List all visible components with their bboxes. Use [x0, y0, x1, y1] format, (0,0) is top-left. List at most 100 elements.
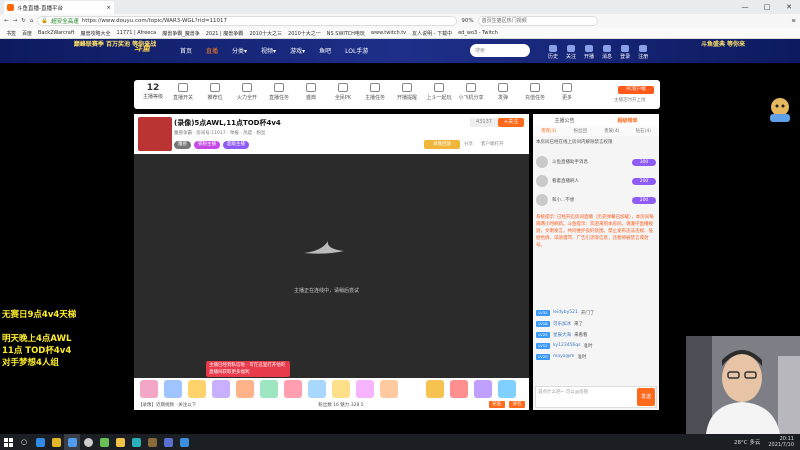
history-button[interactable]: 历史 [548, 45, 558, 60]
nav-yuba[interactable]: 鱼吧 [319, 46, 331, 55]
gift-item[interactable] [474, 380, 492, 398]
side-mascot-icon[interactable] [768, 96, 792, 126]
toolbar-item[interactable]: 盛典 [296, 83, 326, 101]
player-notice-popup[interactable]: 主播已经到私信啦 · 可在这里打开他的直播间获取更多福利 [206, 361, 290, 377]
gift-item[interactable] [188, 380, 206, 398]
taskbar-app[interactable] [64, 434, 80, 450]
streamer-avatar[interactable] [138, 117, 172, 151]
toolbar-item[interactable]: 火力全开 [232, 83, 262, 101]
url-field[interactable]: 🔒 超安全高速 https://www.douyu.com/topic/WAR3… [37, 16, 458, 26]
share-button[interactable]: 分享 [464, 141, 473, 147]
bookmark-item[interactable]: 11771 | Afreeca [117, 30, 157, 36]
toolbar-item[interactable]: 直播开关 [168, 83, 198, 101]
nav-games[interactable]: 游戏▾ [290, 46, 305, 55]
chat-nickname[interactable]: ky123456qs [553, 343, 581, 348]
browser-search-field[interactable]: 首页生猫区热门视频 [477, 16, 598, 26]
login-button[interactable]: 登录 [620, 45, 630, 60]
gift-item[interactable] [426, 380, 444, 398]
subtab-vip[interactable]: 贵宾(1) [533, 128, 565, 134]
weather-widget[interactable]: 28°C 多云 [734, 438, 760, 446]
nav-video[interactable]: 视频▾ [261, 46, 276, 55]
gift-item[interactable] [236, 380, 254, 398]
bookmark-item[interactable]: Back2Warcraft [38, 30, 74, 36]
clock[interactable]: 20:11 2021/7/10 [768, 436, 794, 448]
close-window-button[interactable]: ✕ [778, 0, 800, 14]
site-logo[interactable]: 斗鱼 [134, 43, 158, 59]
gift-item[interactable] [356, 380, 374, 398]
nav-home[interactable]: 首页 [180, 46, 192, 55]
bookmark-item[interactable]: 2010十大之一 [288, 30, 321, 37]
toolbar-item[interactable]: 直播任务 [264, 83, 294, 101]
bookmark-item[interactable]: 百度 [22, 30, 32, 37]
toolbar-item[interactable]: 更多 [552, 83, 582, 101]
gift-item[interactable] [308, 380, 326, 398]
register-button[interactable]: 注册 [638, 45, 648, 60]
bookmark-item[interactable]: 魔兽争霸_魔兽争 [162, 30, 200, 37]
gift-item[interactable] [284, 380, 302, 398]
gift-item[interactable] [212, 380, 230, 398]
chat-nickname[interactable]: 可乐加冰 [553, 321, 571, 327]
zoom-level[interactable]: 90% [461, 18, 473, 24]
messages-button[interactable]: 消息 [602, 45, 612, 60]
pc-client-button[interactable]: PC客户端 [618, 86, 654, 94]
nav-lol-mobile[interactable]: LOL手游 [345, 46, 368, 55]
video-player[interactable]: 主播正在连线中，请稍后尝试 主播已经到私信啦 · 可在这里打开他的直播间获取更多… [134, 154, 529, 378]
toolbar-item[interactable]: 开播提醒 [392, 83, 422, 101]
bookmark-item[interactable]: NS SWITCH电玩 [327, 30, 365, 37]
refresh-icon[interactable]: ↻ [21, 18, 26, 24]
tab-close-icon[interactable]: × [106, 5, 111, 11]
minimize-button[interactable]: — [734, 0, 756, 14]
gift-item[interactable] [332, 380, 350, 398]
bookmark-item[interactable]: 魔兽攻略大全 [81, 30, 111, 37]
fan-row[interactable]: 和小...不想 200 [536, 192, 656, 208]
chat-input[interactable]: 说点什么吧~ 可以@房管 发送 [535, 386, 657, 408]
toolbar-item[interactable]: 充值任务 [520, 83, 550, 101]
bookmark-item[interactable]: 2021 | 魔兽争霸 [206, 30, 244, 37]
start-stream-button[interactable]: 开播 [584, 45, 594, 60]
bookmark-item[interactable]: 书签 [6, 30, 16, 37]
tag-fan[interactable]: 铁粉主播 [194, 141, 220, 149]
fan-row[interactable]: 看着直播刷人 200 [536, 173, 656, 189]
toolbar-item[interactable]: 小飞机分享 [456, 83, 486, 101]
menu-icon[interactable]: ≡ [791, 18, 796, 24]
toolbar-item[interactable]: 全民PK [328, 83, 358, 101]
recharge-button[interactable]: 充值 [488, 401, 505, 408]
toolbar-item[interactable]: 上斗一起玩 [424, 83, 454, 101]
bookmark-item[interactable]: 友人说明 - 下载中 [412, 30, 452, 37]
gift-item[interactable] [498, 380, 516, 398]
taskbar-app[interactable] [112, 434, 128, 450]
chat-nickname[interactable]: maya@m [553, 354, 574, 359]
gift-item[interactable] [164, 380, 182, 398]
taskbar-search-button[interactable]: ○ [16, 434, 32, 450]
taskbar-app[interactable] [80, 434, 96, 450]
toolbar-item[interactable]: 推荐位 [200, 83, 230, 101]
taskbar-app[interactable] [160, 434, 176, 450]
tag-category[interactable]: 魔兽 [174, 141, 191, 149]
subtab-diamond[interactable]: 钻石(4) [628, 128, 660, 134]
toolbar-item[interactable]: 主播任务 [360, 83, 390, 101]
home-icon[interactable]: ⌂ [30, 18, 34, 24]
send-button[interactable]: 发送 [637, 388, 655, 406]
tag-super[interactable]: 超级主播 [223, 141, 249, 149]
nav-category[interactable]: 分类▾ [232, 46, 247, 55]
backpack-button[interactable]: 背包 [508, 401, 525, 408]
taskbar-app[interactable] [48, 434, 64, 450]
nav-live[interactable]: 直播 [206, 46, 218, 55]
forward-icon[interactable]: → [13, 18, 18, 24]
subtab-fans[interactable]: 粉丝团 [565, 128, 597, 134]
bookmark-item[interactable]: www.twitch.tv [371, 30, 406, 36]
tab-announcement[interactable]: 主播公告 [533, 117, 596, 124]
gift-item[interactable] [140, 380, 158, 398]
taskbar-app[interactable] [128, 434, 144, 450]
client-open-button[interactable]: 客户端打开 [481, 141, 504, 147]
follow-list-button[interactable]: 关注 [566, 45, 576, 60]
gift-item[interactable] [380, 380, 398, 398]
chat-nickname[interactable]: 星辰大海 [553, 332, 571, 338]
browser-tab[interactable]: 斗鱼直播-直播平台 × [4, 1, 114, 14]
gift-item[interactable] [450, 380, 468, 398]
bookmark-item[interactable]: 2010十大之三 [249, 30, 282, 37]
gift-item[interactable] [260, 380, 278, 398]
taskbar-app[interactable] [32, 434, 48, 450]
back-icon[interactable]: ← [4, 18, 9, 24]
fan-row[interactable]: 斗鱼直播助手消息 300 [536, 154, 656, 170]
